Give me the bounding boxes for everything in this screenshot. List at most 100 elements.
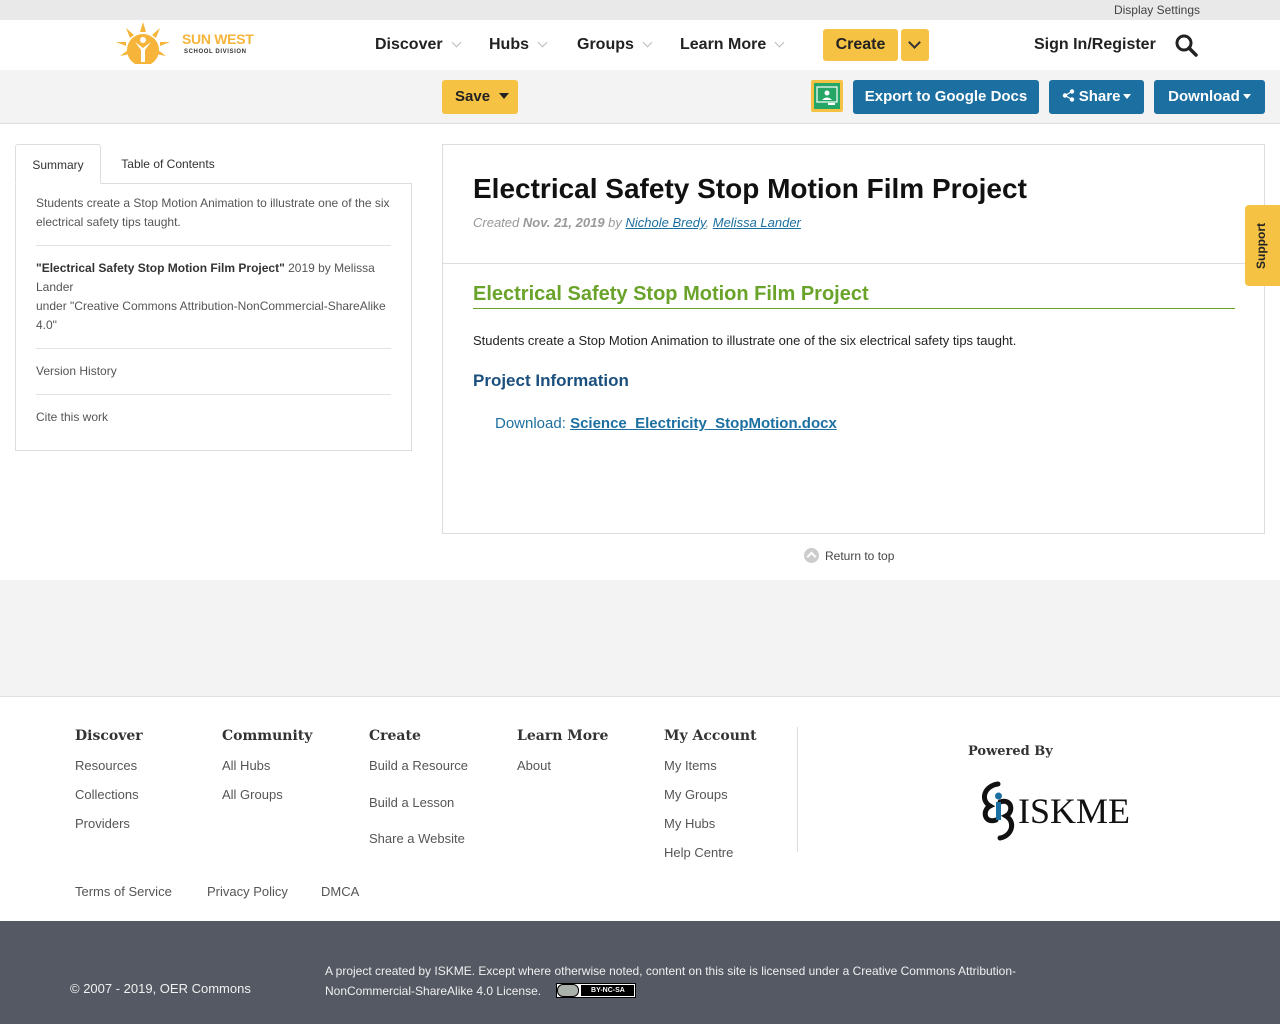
chevron-down-icon	[451, 37, 462, 48]
caret-down-icon	[1242, 94, 1251, 99]
save-label: Save	[455, 88, 491, 105]
created-label: Created	[473, 215, 520, 230]
sun-logo-icon	[112, 22, 174, 68]
nav-discover[interactable]: Discover	[375, 36, 462, 54]
iskme-logo[interactable]: ISKME	[978, 780, 1153, 842]
version-history-link[interactable]: Version History	[36, 364, 117, 378]
search-icon[interactable]	[1174, 33, 1198, 57]
footer-link-share-website[interactable]: Share a Website	[369, 831, 465, 846]
project-information-heading: Project Information	[473, 371, 629, 390]
tab-summary[interactable]: Summary	[15, 144, 101, 184]
footer-link-collections[interactable]: Collections	[75, 787, 139, 802]
nav-learn-more[interactable]: Learn More	[680, 36, 785, 54]
by-label: by	[608, 215, 622, 230]
utility-bar: Display Settings	[0, 0, 1280, 20]
export-google-docs-button[interactable]: Export to Google Docs	[853, 80, 1039, 114]
classroom-person-icon	[816, 86, 838, 105]
dmca-link[interactable]: DMCA	[321, 884, 359, 899]
iskme-logo-text: ISKME	[1018, 791, 1131, 831]
author-link-nichole-bredy[interactable]: Nichole Bredy	[626, 215, 706, 230]
download-label-text: Download:	[495, 415, 566, 432]
footer-link-build-lesson[interactable]: Build a Lesson	[369, 795, 454, 810]
support-label: Support	[1254, 223, 1268, 269]
tab-table-of-contents[interactable]: Table of Contents	[105, 144, 231, 184]
privacy-policy-link[interactable]: Privacy Policy	[207, 884, 288, 899]
footer: Discover Resources Collections Providers…	[0, 698, 1280, 921]
footer-spacer	[0, 580, 1280, 697]
divider	[36, 245, 391, 246]
download-file-link[interactable]: Science_Electricity_StopMotion.docx	[570, 415, 837, 432]
footer-link-resources[interactable]: Resources	[75, 758, 137, 773]
citation-title: "Electrical Safety Stop Motion Film Proj…	[36, 261, 285, 275]
footer-link-build-resource[interactable]: Build a Resource	[369, 758, 468, 773]
main-nav: SUN WEST SCHOOL DIVISION Discover Hubs G…	[0, 20, 1280, 70]
logo-text-sub: SCHOOL DIVISION	[184, 49, 247, 55]
footer-heading-discover: Discover	[75, 728, 143, 744]
cite-this-work-link[interactable]: Cite this work	[36, 410, 108, 424]
nav-learn-more-label: Learn More	[680, 36, 767, 53]
footer-link-my-groups[interactable]: My Groups	[664, 787, 728, 802]
share-icon	[1062, 89, 1074, 102]
summary-text: Students create a Stop Motion Animation …	[36, 196, 390, 229]
create-dropdown-toggle[interactable]	[901, 29, 929, 61]
author-link-melissa-lander[interactable]: Melissa Lander	[713, 215, 801, 230]
divider	[443, 263, 1264, 264]
footer-link-providers[interactable]: Providers	[75, 816, 130, 831]
logo-text-main: SUN WEST	[182, 31, 254, 47]
citation: "Electrical Safety Stop Motion Film Proj…	[36, 259, 392, 335]
divider	[36, 348, 391, 349]
save-button[interactable]: Save	[442, 80, 518, 114]
return-to-top-link[interactable]: Return to top	[804, 548, 894, 563]
footer-link-all-groups[interactable]: All Groups	[222, 787, 283, 802]
created-date: Nov. 21, 2019	[522, 215, 605, 230]
bottom-bar: © 2007 - 2019, OER Commons A project cre…	[0, 921, 1280, 1024]
citation-license: under "Creative Commons Attribution-NonC…	[36, 299, 386, 332]
sun-west-logo[interactable]: SUN WEST SCHOOL DIVISION	[112, 20, 254, 68]
download-label: Download	[1168, 88, 1240, 105]
terms-of-service-link[interactable]: Terms of Service	[75, 884, 172, 899]
license-text: A project created by ISKME. Except where…	[325, 964, 1017, 998]
chevron-down-icon	[642, 37, 653, 48]
nav-groups[interactable]: Groups	[577, 36, 653, 54]
footer-link-all-hubs[interactable]: All Hubs	[222, 758, 270, 773]
return-to-top-label: Return to top	[825, 549, 895, 563]
footer-separator	[797, 727, 798, 852]
footer-link-about[interactable]: About	[517, 758, 551, 773]
resource-article: Electrical Safety Stop Motion Film Proje…	[442, 144, 1265, 534]
footer-link-my-items[interactable]: My Items	[664, 758, 717, 773]
share-button[interactable]: Share	[1049, 80, 1144, 114]
display-settings-link[interactable]: Display Settings	[1114, 3, 1200, 17]
sign-in-register-link[interactable]: Sign In/Register	[1034, 36, 1156, 54]
share-label: Share	[1078, 88, 1121, 105]
resource-toolbar: Save Export to Google Docs Share Downloa…	[0, 70, 1280, 124]
description: Students create a Stop Motion Animation …	[473, 333, 1017, 348]
nav-hubs[interactable]: Hubs	[489, 36, 548, 54]
chevron-down-icon	[537, 37, 548, 48]
page-title: Electrical Safety Stop Motion Film Proje…	[473, 173, 1027, 204]
cc-icon	[557, 984, 580, 997]
chevron-down-icon	[774, 37, 785, 48]
support-tab[interactable]: Support	[1245, 205, 1280, 286]
cc-license-badge[interactable]: BY-NC-SA	[556, 983, 637, 998]
footer-heading-learn-more: Learn More	[517, 728, 609, 744]
created-meta: Created Nov. 21, 2019 by Nichole Bredy, …	[473, 215, 801, 230]
download-button[interactable]: Download	[1154, 80, 1265, 114]
section-title: Electrical Safety Stop Motion Film Proje…	[473, 283, 1235, 309]
caret-down-icon	[1123, 94, 1132, 99]
footer-heading-community: Community	[222, 728, 313, 744]
summary-panel: Students create a Stop Motion Animation …	[15, 183, 412, 451]
nav-groups-label: Groups	[577, 36, 634, 53]
cc-badge-text: BY-NC-SA	[581, 985, 635, 996]
nav-discover-label: Discover	[375, 36, 443, 53]
footer-link-my-hubs[interactable]: My Hubs	[664, 816, 715, 831]
google-classroom-icon[interactable]	[811, 80, 843, 112]
sidebar-tabs: Summary Table of Contents	[15, 144, 412, 184]
license-statement: A project created by ISKME. Except where…	[325, 961, 1065, 1001]
footer-link-help-centre[interactable]: Help Centre	[664, 845, 733, 860]
download-line: Download: Science_Electricity_StopMotion…	[495, 415, 837, 432]
footer-heading-create: Create	[369, 728, 421, 744]
copyright-text: © 2007 - 2019, OER Commons	[70, 981, 251, 996]
create-button[interactable]: Create	[823, 29, 898, 61]
divider	[36, 394, 391, 395]
powered-by-label: Powered By	[968, 744, 1053, 759]
